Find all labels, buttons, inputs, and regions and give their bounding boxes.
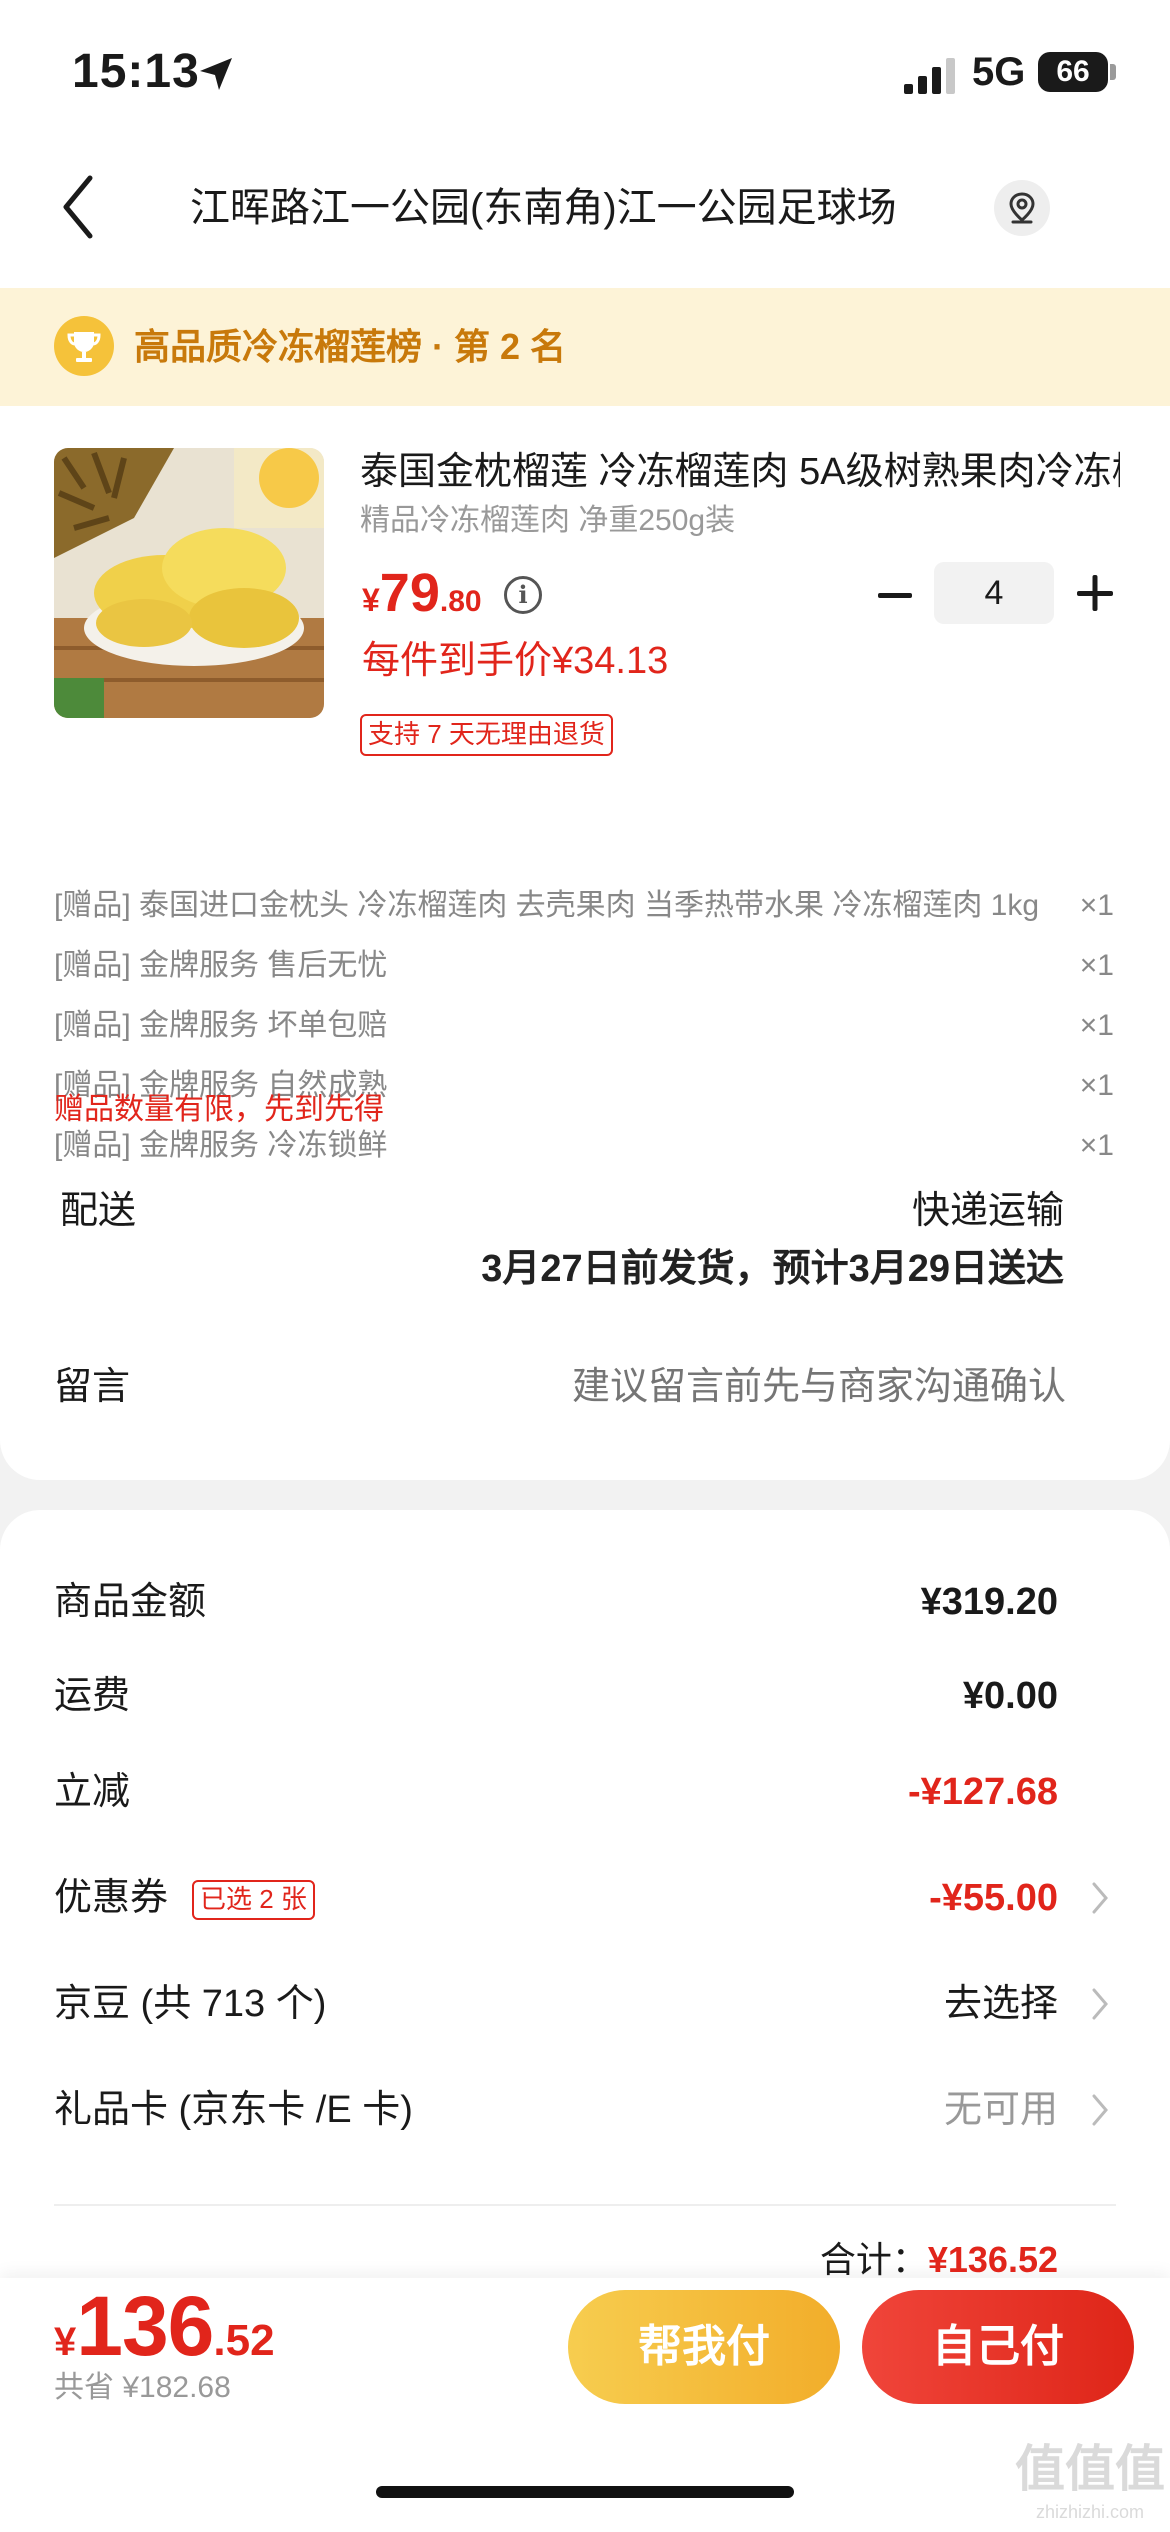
home-indicator[interactable] <box>376 2486 794 2498</box>
summary-divider <box>54 2204 1116 2206</box>
payable-integer: 136 <box>76 2279 214 2373</box>
delivery-label: 配送 <box>60 1190 137 1232</box>
payable-currency: ¥ <box>54 2320 77 2364</box>
coupon-selected-badge: 已选 2 张 <box>192 1880 315 1920</box>
total-line: 合计：¥136.52 <box>600 2234 1058 2286</box>
gift-text: [赠品] 泰国进口金枕头 冷冻榴莲肉 去壳果肉 当季热带水果 冷冻榴莲肉 1kg <box>54 889 1040 922</box>
saved-amount: 共省 ¥182.68 <box>54 2371 231 2404</box>
delivery-method[interactable]: 快递运输 <box>700 1186 1064 1236</box>
quantity-decrease-button[interactable] <box>876 566 914 624</box>
battery-icon: 66 <box>1038 52 1108 92</box>
gift-count: ×1 <box>1079 1129 1114 1162</box>
gift-count: ×1 <box>1079 949 1114 982</box>
quantity-increase-button[interactable] <box>1072 562 1118 624</box>
price-decimal: .80 <box>439 585 482 618</box>
chevron-right-icon[interactable] <box>1088 2090 1112 2130</box>
chevron-right-icon[interactable] <box>1088 1878 1112 1918</box>
delivery-address[interactable]: 江晖路江一公园(东南角)江一公园足球场 <box>190 176 990 240</box>
watermark-url: zhizhizhi.com <box>1035 2502 1145 2522</box>
product-image[interactable] <box>54 448 324 718</box>
price-currency: ¥ <box>362 582 380 618</box>
gift-item: [赠品] 泰国进口金枕头 冷冻榴莲肉 去壳果肉 当季热带水果 冷冻榴莲肉 1kg… <box>54 880 1114 932</box>
self-pay-button[interactable]: 自己付 <box>862 2290 1134 2404</box>
back-chevron-icon[interactable] <box>58 172 98 242</box>
goods-amount-label: 商品金额 <box>54 1581 207 1623</box>
watermark-logo: 值值值 <box>1015 2441 1165 2497</box>
gift-item: [赠品] 金牌服务 坏单包赔 ×1 <box>54 1000 1114 1052</box>
shipping-value: ¥0.00 <box>962 1675 1058 1717</box>
signal-icon <box>904 58 955 94</box>
payable-decimal: .52 <box>213 2316 275 2365</box>
payable-amount: ¥136.52 <box>54 2278 275 2375</box>
gift-item: [赠品] 金牌服务 售后无忧 ×1 <box>54 940 1114 992</box>
minus-icon <box>878 593 912 598</box>
battery-tip <box>1110 64 1116 80</box>
product-title[interactable]: 泰国金枕榴莲 冷冻榴莲肉 5A级树熟果肉冷冻榴莲 <box>360 446 1120 498</box>
status-time: 15:13 <box>72 45 200 98</box>
plus-icon <box>1077 575 1113 611</box>
giftcard-label[interactable]: 礼品卡 (京东卡 /E 卡) <box>54 2082 413 2138</box>
message-input[interactable] <box>450 1362 1066 1412</box>
help-pay-button[interactable]: 帮我付 <box>568 2290 840 2404</box>
gift-count: ×1 <box>1079 1009 1114 1042</box>
product-price: ¥79.80 <box>362 562 482 624</box>
gift-count: ×1 <box>1079 1069 1114 1102</box>
coupon-label[interactable]: 优惠券 <box>54 1870 168 1926</box>
discount-label: 立减 <box>54 1771 131 1813</box>
gift-text: [赠品] 金牌服务 坏单包赔 <box>54 1009 388 1042</box>
gift-note: 赠品数量有限，先到先得 <box>54 1093 384 1126</box>
shipping-label: 运费 <box>54 1675 131 1717</box>
giftcard-value[interactable]: 无可用 <box>944 2082 1058 2138</box>
jingdou-label[interactable]: 京豆 (共 713 个) <box>54 1976 326 2032</box>
total-value: ¥136.52 <box>927 2239 1058 2280</box>
location-arrow-icon <box>200 58 232 90</box>
discount-value: -¥127.68 <box>907 1771 1058 1813</box>
unit-price: 每件到手价¥34.13 <box>362 640 669 682</box>
location-pin-button[interactable] <box>994 180 1050 236</box>
price-integer: 79 <box>379 563 440 623</box>
rank-text: 高品质冷冻榴莲榜 · 第 2 名 <box>134 326 567 367</box>
gift-count: ×1 <box>1079 889 1114 922</box>
delivery-time: 3月27日前发货，预计3月29日送达 <box>481 1248 1064 1290</box>
goods-amount-value: ¥319.20 <box>920 1581 1058 1623</box>
trophy-icon <box>54 316 114 376</box>
product-spec: 精品冷冻榴莲肉 净重250g装 <box>360 504 736 537</box>
info-icon[interactable]: i <box>504 576 542 614</box>
location-pin-icon <box>1009 192 1035 224</box>
network-type: 5G <box>972 50 1026 94</box>
total-label: 合计： <box>819 2239 928 2280</box>
watermark: 值值值 zhizhizhi.com <box>1010 2440 1170 2532</box>
coupon-value[interactable]: -¥55.00 <box>929 1870 1058 1926</box>
message-label: 留言 <box>54 1366 131 1408</box>
jingdou-value[interactable]: 去选择 <box>944 1976 1058 2032</box>
gift-text: [赠品] 金牌服务 售后无忧 <box>54 949 388 982</box>
return-policy-badge: 支持 7 天无理由退货 <box>360 714 613 756</box>
chevron-right-icon[interactable] <box>1088 1984 1112 2024</box>
quantity-input[interactable]: 4 <box>934 562 1054 624</box>
